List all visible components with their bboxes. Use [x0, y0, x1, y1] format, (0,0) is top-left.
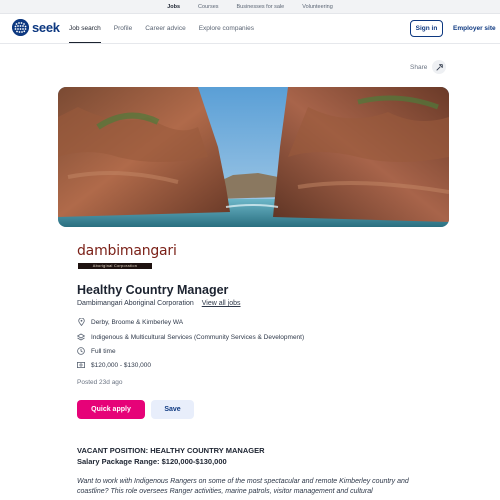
- share-label: Share: [410, 63, 428, 71]
- company-logo-name: dambimangari: [77, 243, 177, 259]
- main-nav: seek Job search Profile Career advice Ex…: [0, 14, 500, 44]
- job-title: Healthy Country Manager: [77, 283, 229, 297]
- job-banner-image: [58, 87, 449, 227]
- description-salary-line: Salary Package Range: $120,000-$130,000: [77, 457, 227, 466]
- globe-icon: [12, 19, 29, 36]
- nav-profile[interactable]: Profile: [114, 14, 132, 43]
- job-salary: $120,000 - $130,000: [91, 361, 151, 369]
- description-intro: Want to work with Indigenous Rangers on …: [77, 478, 409, 495]
- employer-site-link[interactable]: Employer site: [453, 20, 496, 37]
- nav-links: Job search Profile Career advice Explore…: [69, 14, 254, 43]
- share-button[interactable]: [432, 60, 447, 74]
- quick-apply-button[interactable]: Quick apply: [77, 400, 145, 419]
- job-classification: Indigenous & Multicultural Services (Com…: [91, 333, 305, 341]
- location-pin-icon: [77, 318, 85, 326]
- layers-icon: [77, 333, 85, 341]
- clock-icon: [77, 347, 85, 355]
- top-strip-courses[interactable]: Courses: [198, 4, 218, 10]
- location-row: Derby, Broome & Kimberley WA: [77, 318, 183, 326]
- job-work-type: Full time: [91, 347, 116, 355]
- view-all-jobs-link[interactable]: View all jobs: [202, 300, 241, 307]
- top-strip: Jobs Courses Businesses for sale Volunte…: [0, 0, 500, 14]
- company-logo-tagline: Aboriginal Corporation: [78, 263, 152, 269]
- nav-job-search[interactable]: Job search: [69, 14, 101, 43]
- company-row: Dambimangari Aboriginal Corporation View…: [77, 300, 241, 307]
- top-strip-volunteering[interactable]: Volunteering: [302, 4, 333, 10]
- description-heading: VACANT POSITION: HEALTHY COUNTRY MANAGER: [77, 446, 265, 455]
- nav-career-advice[interactable]: Career advice: [145, 14, 185, 43]
- sign-in-button[interactable]: Sign in: [410, 20, 443, 37]
- money-icon: [77, 361, 85, 369]
- top-strip-businesses[interactable]: Businesses for sale: [237, 4, 285, 10]
- salary-row: $120,000 - $130,000: [77, 361, 151, 369]
- job-location: Derby, Broome & Kimberley WA: [91, 318, 184, 326]
- share-area: Share: [410, 60, 447, 74]
- posted-date: Posted 23d ago: [77, 379, 123, 386]
- company-name[interactable]: Dambimangari Aboriginal Corporation: [77, 300, 194, 307]
- company-logo: dambimangari Aboriginal Corporation: [77, 243, 177, 273]
- seek-logo[interactable]: seek: [12, 19, 60, 36]
- logo-text: seek: [32, 20, 60, 35]
- share-icon: [436, 63, 443, 71]
- classification-row: Indigenous & Multicultural Services (Com…: [77, 333, 304, 341]
- top-strip-jobs[interactable]: Jobs: [167, 4, 180, 10]
- work-type-row: Full time: [77, 347, 116, 355]
- save-button[interactable]: Save: [151, 400, 194, 419]
- nav-explore-companies[interactable]: Explore companies: [199, 14, 254, 43]
- gorge-photo: [58, 87, 449, 227]
